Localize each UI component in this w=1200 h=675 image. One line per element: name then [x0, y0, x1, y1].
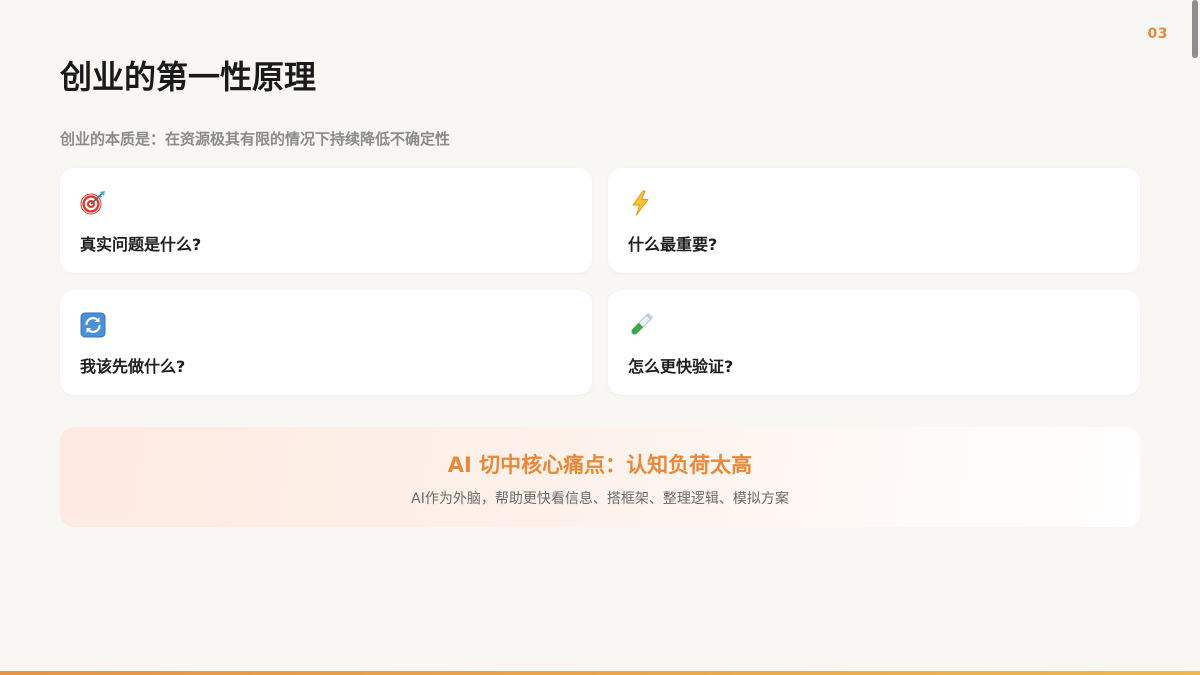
target-icon — [80, 191, 105, 215]
card-what-first: 我该先做什么? — [60, 290, 592, 395]
highlight-text: AI作为外脑，帮助更快看信息、搭框架、整理逻辑、模拟方案 — [411, 491, 789, 507]
highlight-panel: AI 切中核心痛点：认知负荷太高 AI作为外脑，帮助更快看信息、搭框架、整理逻辑… — [60, 427, 1140, 527]
slide: 03 创业的第一性原理 创业的本质是：在资源极其有限的情况下持续降低不确定性 真… — [0, 0, 1200, 675]
bottom-accent-bar — [0, 671, 1200, 675]
card-label: 怎么更快验证? — [628, 357, 734, 376]
highlight-title: AI 切中核心痛点：认知负荷太高 — [447, 453, 753, 477]
slide-subtitle: 创业的本质是：在资源极其有限的情况下持续降低不确定性 — [60, 130, 451, 148]
test-tube-icon — [631, 313, 653, 335]
card-label: 我该先做什么? — [80, 357, 186, 376]
refresh-icon — [80, 312, 106, 338]
card-real-problem: 真实问题是什么? — [60, 168, 592, 273]
page-number: 03 — [1147, 26, 1168, 42]
lightning-icon — [632, 190, 649, 216]
card-label: 真实问题是什么? — [80, 235, 202, 254]
card-most-important: 什么最重要? — [608, 168, 1140, 273]
scrollbar-thumb[interactable] — [1192, 0, 1198, 58]
card-faster-validate: 怎么更快验证? — [608, 290, 1140, 395]
card-label: 什么最重要? — [628, 235, 718, 254]
slide-title: 创业的第一性原理 — [60, 58, 317, 96]
